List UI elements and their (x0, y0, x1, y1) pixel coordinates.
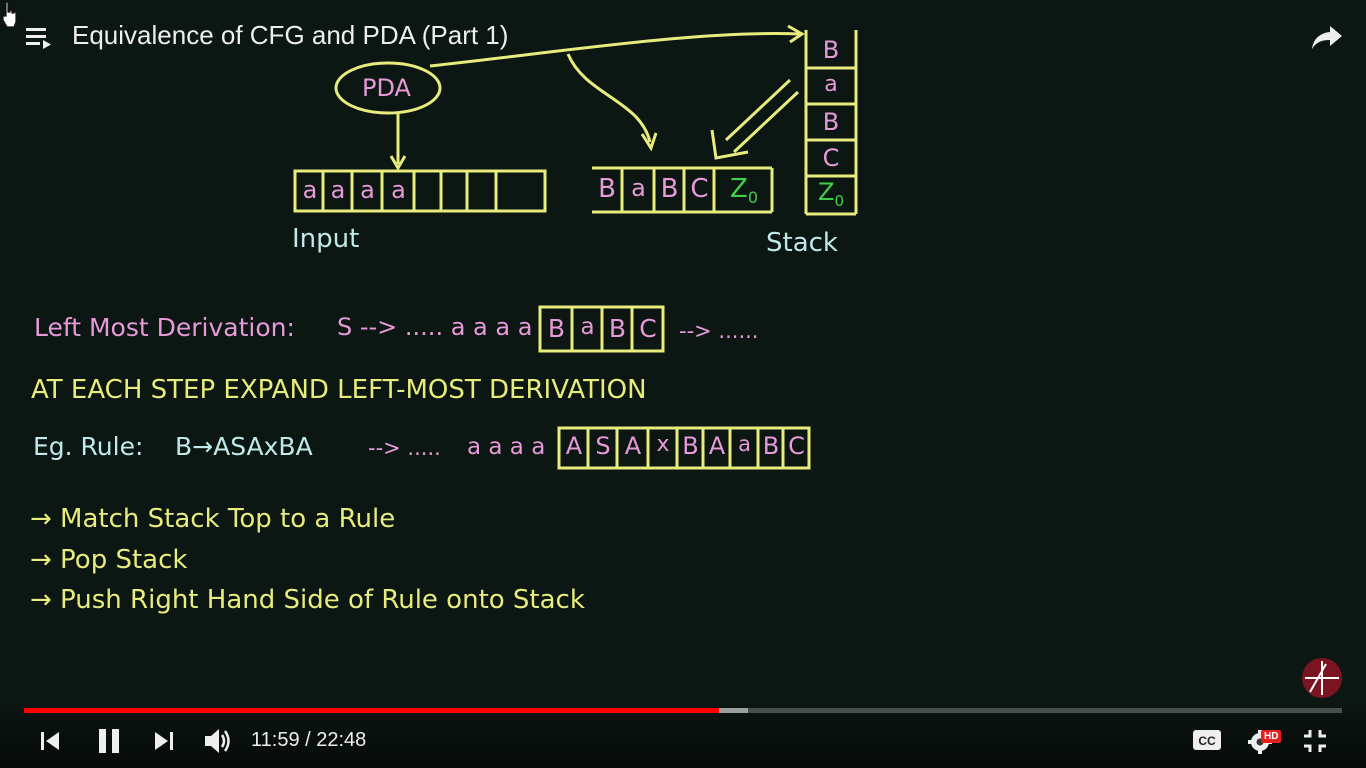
input-cell: a (330, 176, 346, 204)
video-title[interactable]: Equivalence of CFG and PDA (Part 1) (72, 20, 508, 51)
time-display: 11:59 / 22:48 (251, 729, 367, 751)
lmd-cell: a (580, 314, 595, 340)
hd-badge: HD (1261, 730, 1282, 743)
lmd-cell: B (547, 314, 566, 343)
input-cell: a (360, 176, 375, 204)
lmd-tail: --> ...... (679, 319, 759, 343)
eg-label: Eg. Rule: (33, 432, 144, 461)
lmd-label: Left Most Derivation: (34, 313, 295, 342)
channel-logo[interactable] (1302, 658, 1342, 698)
video-frame[interactable]: PDA a a a a Input B a B C Z0 B a B C Z0 … (0, 0, 1366, 768)
step-item: → Match Stack Top to a Rule (30, 504, 396, 534)
stack-column-cell: a (824, 72, 838, 97)
eg-cell: B (762, 432, 780, 460)
next-icon[interactable] (152, 729, 176, 753)
exit-fullscreen-icon[interactable] (1302, 728, 1328, 754)
svg-text:CC: CC (1198, 734, 1216, 748)
step-item: → Push Right Hand Side of Rule onto Stac… (30, 585, 585, 615)
eg-cell: x (656, 432, 670, 457)
eg-cell: A (624, 432, 642, 460)
eg-cell: C (788, 432, 805, 460)
lmd-expression: S --> ..... a a a a (337, 313, 533, 341)
video-header: Equivalence of CFG and PDA (Part 1) (0, 0, 1366, 70)
stack-row-cell: C (690, 174, 709, 204)
input-cell: a (391, 176, 406, 204)
stack-row-cell: a (631, 174, 646, 202)
progress-bar[interactable] (24, 708, 1342, 713)
eg-rule: B→ASAxBA (175, 432, 313, 461)
volume-icon[interactable] (202, 725, 234, 757)
stack-row-bottom: Z0 (730, 174, 758, 208)
eg-cell: B (682, 432, 699, 460)
lmd-cell: B (608, 314, 627, 343)
eg-cell: S (595, 432, 611, 460)
stack-column-cell: C (822, 144, 840, 172)
rule-heading: AT EACH STEP EXPAND LEFT-MOST DERIVATION (31, 375, 647, 405)
previous-icon[interactable] (38, 729, 62, 753)
share-icon[interactable] (1310, 22, 1344, 52)
stack-label: Stack (766, 228, 838, 258)
eg-cell: a (738, 432, 751, 456)
eg-cell: A (708, 432, 726, 460)
playlist-icon[interactable] (26, 25, 54, 51)
channel-logo-mark (1305, 661, 1339, 695)
step-item: → Pop Stack (30, 545, 188, 575)
input-label: Input (292, 224, 360, 254)
eg-cell: A (565, 432, 583, 460)
eg-prefix: a a a a (467, 434, 546, 460)
stack-column-bottom: Z0 (818, 178, 844, 210)
stack-column-cell: B (822, 108, 840, 136)
eg-arrow: --> ..... (368, 436, 441, 460)
input-cell: a (302, 176, 318, 204)
pda-label: PDA (362, 74, 411, 102)
stack-row-cell: B (660, 174, 679, 204)
lmd-cell: C (639, 314, 657, 343)
captions-icon[interactable]: CC (1192, 728, 1222, 752)
pause-icon[interactable] (96, 727, 122, 755)
progress-played (24, 708, 719, 713)
stack-row-cell: B (598, 174, 616, 204)
